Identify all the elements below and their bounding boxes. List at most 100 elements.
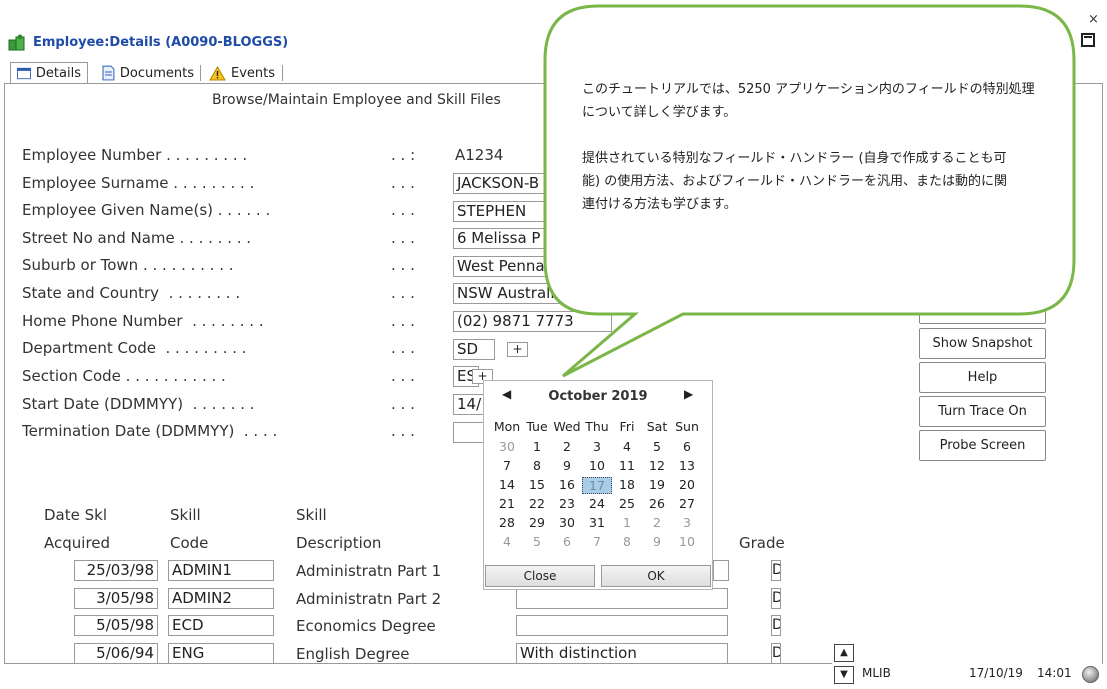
- calendar-day[interactable]: 8: [522, 458, 552, 473]
- weekday-label: Mon: [493, 419, 521, 434]
- maximize-button[interactable]: [1081, 33, 1095, 47]
- department-prompt-button[interactable]: +: [507, 342, 528, 357]
- skill-date-cell[interactable]: 25/03/98: [74, 560, 158, 581]
- weekday-header: Mon Tue Wed Thu Fri Sat Sun: [492, 419, 702, 434]
- calendar-day[interactable]: 15: [522, 477, 552, 494]
- details-icon: [17, 67, 31, 79]
- calendar-day[interactable]: 20: [672, 477, 702, 494]
- calendar-day[interactable]: 4: [492, 534, 522, 549]
- calendar-day[interactable]: 30: [552, 515, 582, 530]
- close-button[interactable]: ×: [1088, 12, 1099, 27]
- skill-code-cell[interactable]: ADMIN1: [168, 560, 274, 581]
- field-dots: . . .: [391, 229, 415, 247]
- tab-events[interactable]: Events: [203, 62, 281, 84]
- calendar-close-button[interactable]: Close: [485, 565, 595, 587]
- termination-date-label: Termination Date (DDMMYY) . . . .: [22, 422, 278, 440]
- skill-comment-cell[interactable]: [516, 615, 728, 636]
- skill-desc-cell: English Degree: [296, 645, 410, 663]
- calendar-day[interactable]: 25: [612, 496, 642, 511]
- calendar-day[interactable]: 9: [642, 534, 672, 549]
- calendar-day[interactable]: 19: [642, 477, 672, 494]
- calendar-day[interactable]: 2: [552, 439, 582, 454]
- callout-line: 能) の使用方法、およびフィールド・ハンドラーを汎用、または動的に関: [582, 174, 1007, 189]
- tab-documents-label: Documents: [119, 65, 194, 81]
- tab-documents[interactable]: Documents: [96, 62, 200, 84]
- employee-app-icon: [8, 34, 25, 51]
- calendar-day[interactable]: 12: [642, 458, 672, 473]
- calendar-day[interactable]: 8: [612, 534, 642, 549]
- calendar-day[interactable]: 1: [612, 515, 642, 530]
- department-code-field[interactable]: SD: [453, 339, 495, 360]
- field-dots: . . .: [391, 174, 415, 192]
- calendar-week-row: 28 29 30 31 1 2 3: [492, 515, 702, 530]
- skill-code-cell[interactable]: ADMIN2: [168, 588, 274, 609]
- calendar-week-row: 7 8 9 10 11 12 13: [492, 458, 702, 473]
- termination-date-field[interactable]: [453, 422, 485, 443]
- date-header-2: Acquired: [44, 534, 111, 552]
- calendar-day[interactable]: 23: [552, 496, 582, 511]
- calendar-day[interactable]: 14: [492, 477, 522, 494]
- calendar-day[interactable]: 6: [552, 534, 582, 549]
- skill-desc-cell: Administratn Part 2: [296, 590, 442, 608]
- scroll-up-button[interactable]: ▲: [834, 644, 854, 662]
- calendar-day[interactable]: 10: [672, 534, 702, 549]
- calendar-day[interactable]: 5: [522, 534, 552, 549]
- employee-number-value: A1234: [455, 146, 504, 164]
- skill-grade-cell[interactable]: D: [771, 615, 781, 636]
- calendar-day[interactable]: 10: [582, 458, 612, 473]
- calendar-day[interactable]: 1: [522, 439, 552, 454]
- calendar-day[interactable]: 11: [612, 458, 642, 473]
- skill-grade-cell[interactable]: D: [771, 643, 781, 664]
- skill-grade-cell[interactable]: D: [771, 560, 781, 581]
- skill-grade-cell[interactable]: D: [771, 588, 781, 609]
- skill-code-cell[interactable]: ECD: [168, 615, 274, 636]
- calendar-day[interactable]: 27: [672, 496, 702, 511]
- skill-comment-cell[interactable]: With distinction: [516, 643, 728, 664]
- callout-line: 連付ける方法も学びます。: [582, 197, 737, 212]
- calendar-day[interactable]: 4: [612, 439, 642, 454]
- calendar-day[interactable]: 5: [642, 439, 672, 454]
- calendar-day[interactable]: 6: [672, 439, 702, 454]
- skill-date-cell[interactable]: 5/06/94: [74, 643, 158, 664]
- skill-date-cell[interactable]: 3/05/98: [74, 588, 158, 609]
- section-code-label: Section Code . . . . . . . . . . .: [22, 367, 226, 385]
- field-dots: . . .: [391, 367, 415, 385]
- calendar-day[interactable]: 16: [552, 477, 582, 494]
- calendar-day[interactable]: 17: [582, 477, 612, 494]
- calendar-day[interactable]: 2: [642, 515, 672, 530]
- skill-comment-cell[interactable]: [713, 560, 729, 581]
- start-date-field[interactable]: 14/: [453, 394, 485, 415]
- calendar-day[interactable]: 31: [582, 515, 612, 530]
- calendar-day[interactable]: 21: [492, 496, 522, 511]
- calendar-day[interactable]: 13: [672, 458, 702, 473]
- calendar-day[interactable]: 9: [552, 458, 582, 473]
- calendar-day[interactable]: 24: [582, 496, 612, 511]
- warning-icon: [209, 65, 226, 80]
- tab-details[interactable]: Details: [10, 62, 88, 84]
- calendar-ok-button[interactable]: OK: [601, 565, 711, 587]
- calendar-day[interactable]: 18: [612, 477, 642, 494]
- turn-trace-on-button[interactable]: Turn Trace On: [919, 396, 1046, 427]
- calendar-day[interactable]: 3: [582, 439, 612, 454]
- calendar-day[interactable]: 7: [582, 534, 612, 549]
- department-code-label: Department Code . . . . . . . . .: [22, 339, 247, 357]
- next-month-icon[interactable]: ▶: [684, 387, 693, 401]
- callout-line: このチュートリアルでは、5250 アプリケーション内のフィールドの特別処理: [582, 82, 1035, 97]
- field-dots: . . .: [391, 339, 415, 357]
- calendar-day[interactable]: 30: [492, 439, 522, 454]
- skill-code-cell[interactable]: ENG: [168, 643, 274, 664]
- calendar-week-row: 30 1 2 3 4 5 6: [492, 439, 702, 454]
- skill-comment-cell[interactable]: [516, 588, 728, 609]
- field-dots: . . .: [391, 395, 415, 413]
- skill-date-cell[interactable]: 5/05/98: [74, 615, 158, 636]
- calendar-day[interactable]: 26: [642, 496, 672, 511]
- calendar-day[interactable]: 3: [672, 515, 702, 530]
- calendar-day[interactable]: 29: [522, 515, 552, 530]
- calendar-day[interactable]: 7: [492, 458, 522, 473]
- calendar-day[interactable]: 22: [522, 496, 552, 511]
- scroll-down-button[interactable]: ▼: [834, 666, 854, 684]
- weekday-label: Sat: [646, 419, 668, 434]
- calendar-day[interactable]: 28: [492, 515, 522, 530]
- probe-screen-button[interactable]: Probe Screen: [919, 430, 1046, 461]
- start-date-label: Start Date (DDMMYY) . . . . . . .: [22, 395, 255, 413]
